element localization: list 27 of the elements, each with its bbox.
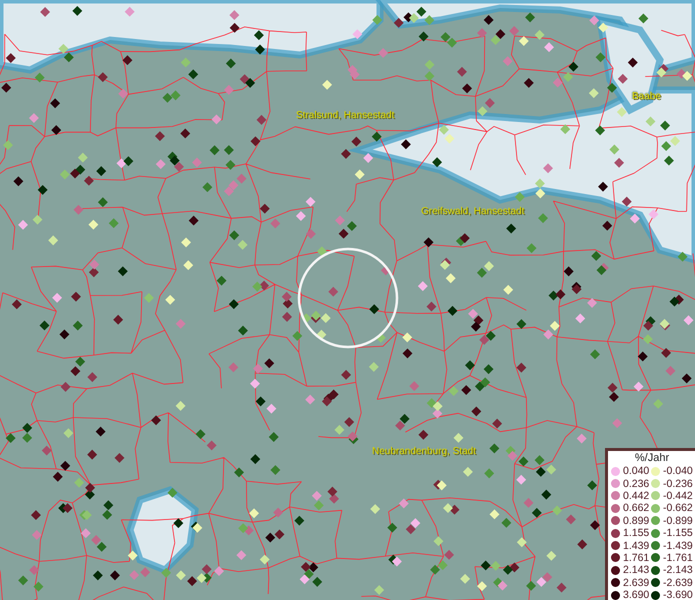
legend-value: 1.761	[623, 552, 650, 564]
legend-value: -0.442	[663, 490, 693, 502]
legend-value: 2.143	[623, 564, 650, 576]
city-label: Stralsund, Hansestadt	[296, 110, 394, 121]
legend-title: %/Jahr	[634, 452, 670, 465]
legend-value: -0.899	[663, 514, 693, 527]
legend-value: -1.761	[663, 552, 693, 564]
legend-value: -2.639	[663, 576, 693, 589]
legend-value: -0.040	[663, 465, 693, 478]
legend-value: -0.236	[663, 478, 693, 490]
legend-value: -1.155	[663, 527, 693, 540]
legend-value: 0.442	[623, 490, 650, 502]
legend-value: 3.690	[623, 589, 650, 600]
legend-value: 1.439	[623, 540, 650, 552]
legend-value: -2.143	[663, 564, 693, 576]
legend-value: -1.439	[663, 540, 693, 552]
legend-value: 0.040	[623, 465, 650, 478]
legend-value: 1.155	[623, 527, 650, 540]
legend-value: 0.662	[623, 502, 650, 514]
city-label: Neubrandenburg, Stadt	[372, 446, 476, 457]
legend-value: -3.690	[663, 589, 693, 600]
city-label: Greifswald, Hansestadt	[421, 206, 524, 217]
legend-value: 2.639	[623, 576, 650, 589]
legend-value: -0.662	[663, 502, 693, 514]
city-label: Baabe	[632, 91, 661, 102]
legend-value: 0.899	[623, 514, 650, 527]
legend-value: 0.236	[623, 478, 650, 490]
